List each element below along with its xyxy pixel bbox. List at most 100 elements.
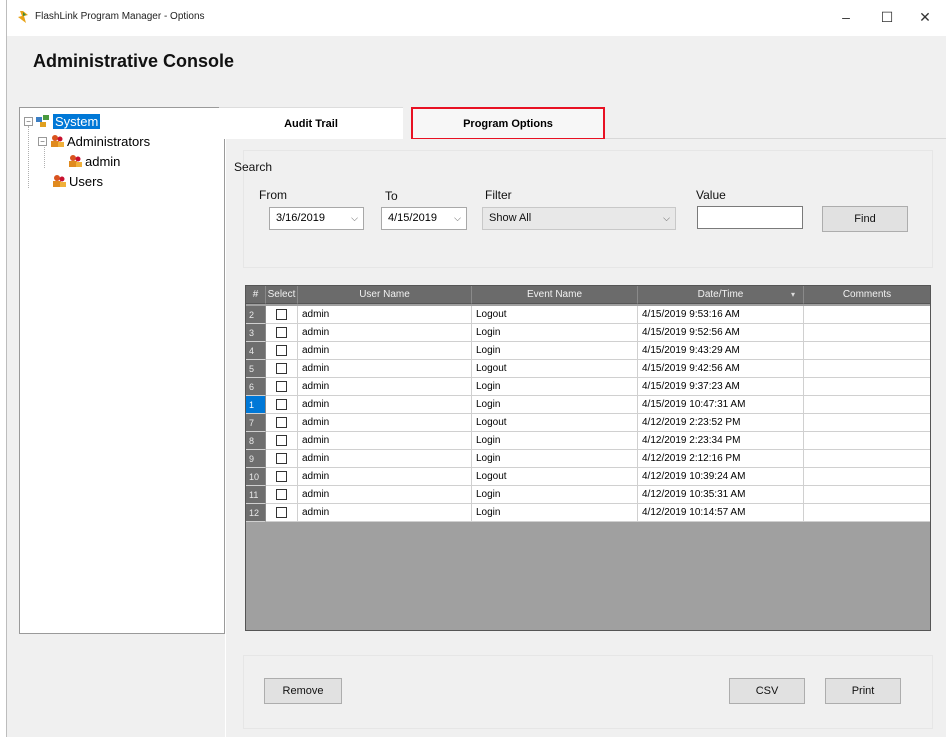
table-row[interactable]: 3 admin Login 4/15/2019 9:52:56 AM xyxy=(246,324,930,342)
user-icon xyxy=(69,155,82,167)
tab-audit-trail[interactable]: Audit Trail xyxy=(219,107,403,139)
chevron-down-icon: ⌵ xyxy=(663,213,670,223)
tree-node-administrators[interactable]: − Administrators xyxy=(38,132,150,150)
tree-node-system[interactable]: − System xyxy=(24,112,101,130)
date-time-cell: 4/12/2019 10:35:31 AM xyxy=(638,486,804,504)
from-date-value: 3/16/2019 xyxy=(276,212,325,224)
row-select-cell xyxy=(266,324,298,342)
column-header-event-name[interactable]: Event Name xyxy=(472,286,638,304)
navigation-tree[interactable]: − System − Administrators admin Users xyxy=(19,107,225,634)
comments-cell xyxy=(804,396,930,414)
select-checkbox[interactable] xyxy=(276,381,287,392)
comments-cell xyxy=(804,468,930,486)
user-name-cell: admin xyxy=(298,504,472,522)
table-row[interactable]: 6 admin Login 4/15/2019 9:37:23 AM xyxy=(246,378,930,396)
table-row[interactable]: 7 admin Logout 4/12/2019 2:23:52 PM xyxy=(246,414,930,432)
console-title: Administrative Console xyxy=(33,51,235,71)
row-number[interactable]: 3 xyxy=(246,324,266,342)
column-header-comments[interactable]: Comments xyxy=(804,286,930,304)
event-name-cell: Login xyxy=(472,396,638,414)
column-header-select[interactable]: Select xyxy=(266,286,298,304)
row-number[interactable]: 1 xyxy=(246,396,266,414)
select-checkbox[interactable] xyxy=(276,309,287,320)
from-date-picker[interactable]: 3/16/2019 ⌵ xyxy=(269,207,364,230)
maximize-button[interactable]: ☐ xyxy=(873,6,901,28)
comments-cell xyxy=(804,342,930,360)
select-checkbox[interactable] xyxy=(276,471,287,482)
to-date-picker[interactable]: 4/15/2019 ⌵ xyxy=(381,207,467,230)
csv-button[interactable]: CSV xyxy=(729,678,805,704)
filter-value: Show All xyxy=(489,212,532,224)
row-number[interactable]: 5 xyxy=(246,360,266,378)
event-name-cell: Login xyxy=(472,450,638,468)
event-name-cell: Logout xyxy=(472,468,638,486)
select-checkbox[interactable] xyxy=(276,453,287,464)
user-name-cell: admin xyxy=(298,324,472,342)
column-header-user-name[interactable]: User Name xyxy=(298,286,472,304)
table-row[interactable]: 2 admin Logout 4/15/2019 9:53:16 AM xyxy=(246,306,930,324)
to-label: To xyxy=(385,189,398,203)
column-header-number[interactable]: # xyxy=(246,286,266,304)
event-name-cell: Login xyxy=(472,324,638,342)
row-number[interactable]: 2 xyxy=(246,306,266,324)
tree-node-users[interactable]: Users xyxy=(52,172,103,190)
user-name-cell: admin xyxy=(298,414,472,432)
select-checkbox[interactable] xyxy=(276,489,287,500)
event-name-cell: Login xyxy=(472,378,638,396)
table-row[interactable]: 10 admin Logout 4/12/2019 10:39:24 AM xyxy=(246,468,930,486)
select-checkbox[interactable] xyxy=(276,399,287,410)
table-row[interactable]: 11 admin Login 4/12/2019 10:35:31 AM xyxy=(246,486,930,504)
filter-select[interactable]: Show All ⌵ xyxy=(482,207,676,230)
column-header-date-time[interactable]: Date/Time ▾ xyxy=(638,286,804,304)
select-checkbox[interactable] xyxy=(276,327,287,338)
event-name-cell: Login xyxy=(472,432,638,450)
row-select-cell xyxy=(266,504,298,522)
row-number[interactable]: 4 xyxy=(246,342,266,360)
row-select-cell xyxy=(266,396,298,414)
select-checkbox[interactable] xyxy=(276,345,287,356)
collapse-icon[interactable]: − xyxy=(38,136,47,146)
tree-node-admin[interactable]: admin xyxy=(68,152,120,170)
group-icon xyxy=(53,175,66,187)
value-input[interactable] xyxy=(697,206,803,229)
select-checkbox[interactable] xyxy=(276,435,287,446)
comments-cell xyxy=(804,432,930,450)
select-checkbox[interactable] xyxy=(276,507,287,518)
collapse-icon[interactable]: − xyxy=(24,116,33,126)
tab-program-options[interactable]: Program Options xyxy=(411,107,605,140)
comments-cell xyxy=(804,378,930,396)
table-row[interactable]: 5 admin Logout 4/15/2019 9:42:56 AM xyxy=(246,360,930,378)
table-row[interactable]: 12 admin Login 4/12/2019 10:14:57 AM xyxy=(246,504,930,522)
find-button[interactable]: Find xyxy=(822,206,908,232)
select-checkbox[interactable] xyxy=(276,417,287,428)
audit-grid[interactable]: # Select User Name Event Name Date/Time … xyxy=(245,285,931,631)
row-number[interactable]: 6 xyxy=(246,378,266,396)
comments-cell xyxy=(804,324,930,342)
table-row[interactable]: 4 admin Login 4/15/2019 9:43:29 AM xyxy=(246,342,930,360)
print-button[interactable]: Print xyxy=(825,678,901,704)
remove-button[interactable]: Remove xyxy=(264,678,342,704)
row-number[interactable]: 12 xyxy=(246,504,266,522)
tree-label-admin: admin xyxy=(85,153,121,169)
event-name-cell: Logout xyxy=(472,360,638,378)
table-row[interactable]: 8 admin Login 4/12/2019 2:23:34 PM xyxy=(246,432,930,450)
comments-cell xyxy=(804,360,930,378)
date-time-cell: 4/15/2019 9:52:56 AM xyxy=(638,324,804,342)
table-row[interactable]: 9 admin Login 4/12/2019 2:12:16 PM xyxy=(246,450,930,468)
row-number[interactable]: 9 xyxy=(246,450,266,468)
row-number[interactable]: 10 xyxy=(246,468,266,486)
user-name-cell: admin xyxy=(298,378,472,396)
select-checkbox[interactable] xyxy=(276,363,287,374)
app-window: FlashLink Program Manager - Options – ☐ … xyxy=(6,0,946,737)
row-number[interactable]: 8 xyxy=(246,432,266,450)
tab-divider xyxy=(605,138,946,139)
close-button[interactable]: ✕ xyxy=(911,6,939,28)
table-row[interactable]: 1 admin Login 4/15/2019 10:47:31 AM xyxy=(246,396,930,414)
date-time-cell: 4/12/2019 2:12:16 PM xyxy=(638,450,804,468)
user-name-cell: admin xyxy=(298,396,472,414)
flashlink-app-icon xyxy=(18,11,28,23)
window-title: FlashLink Program Manager - Options xyxy=(35,11,205,22)
minimize-button[interactable]: – xyxy=(832,6,860,28)
row-number[interactable]: 11 xyxy=(246,486,266,504)
row-number[interactable]: 7 xyxy=(246,414,266,432)
